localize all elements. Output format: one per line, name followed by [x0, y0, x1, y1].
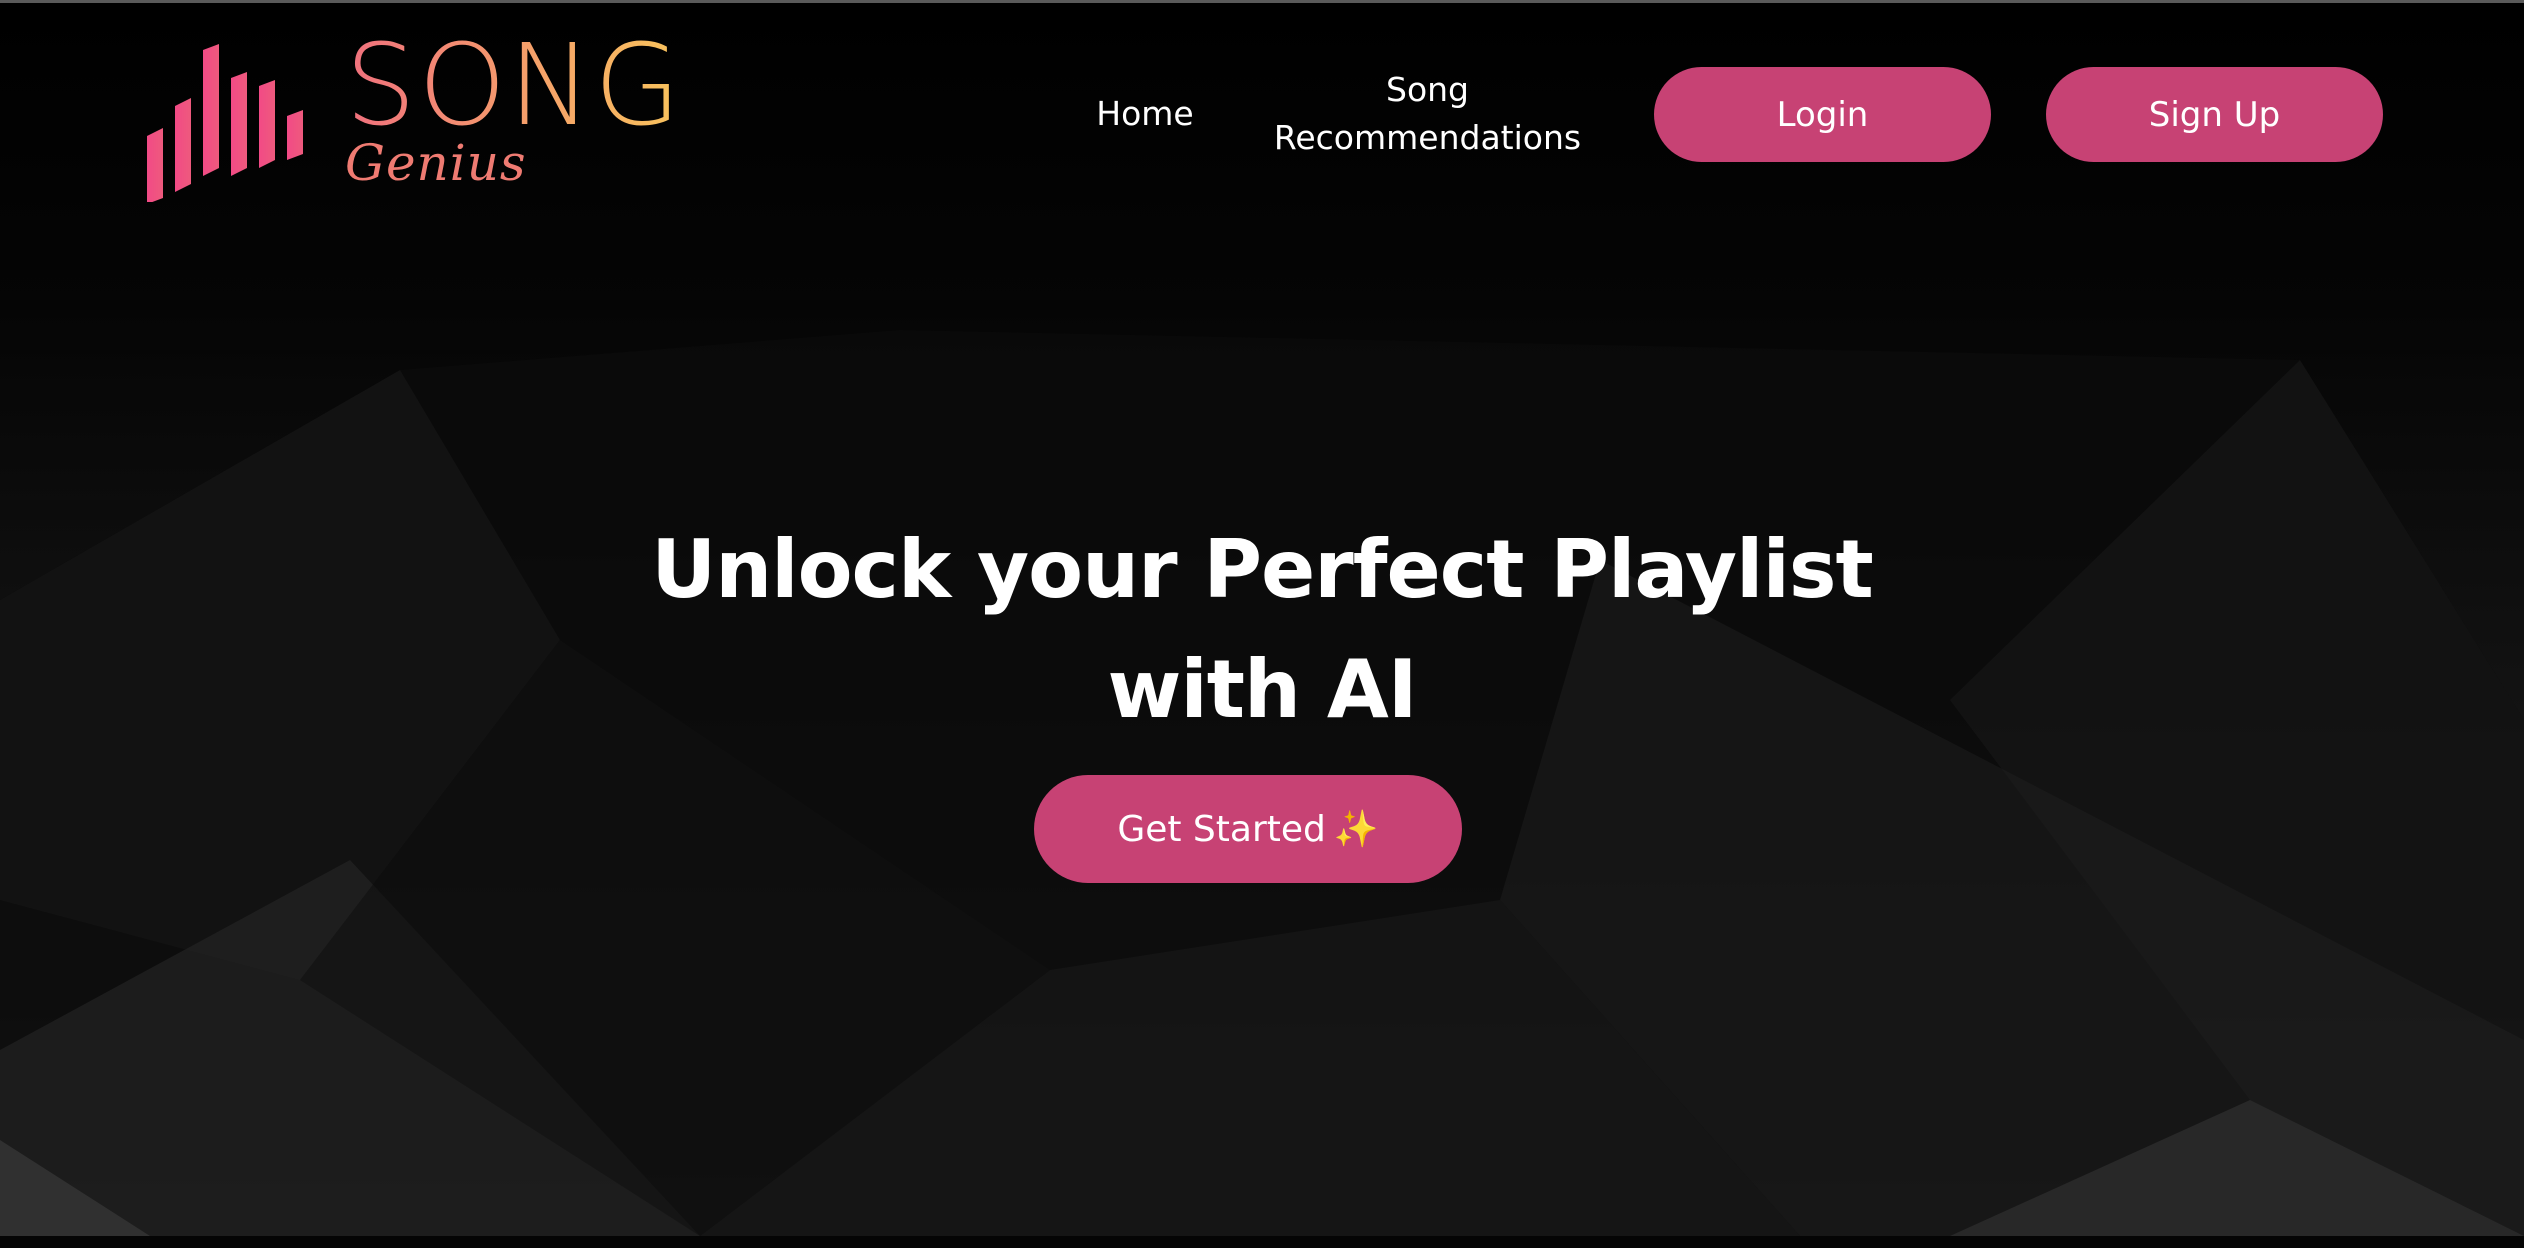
- site-header: SONG Genius Home Song Recommendations Lo…: [0, 0, 2524, 230]
- logo-wordmark: SONG: [345, 21, 683, 151]
- hero-title-line2: with AI: [1107, 643, 1417, 736]
- site-logo[interactable]: SONG Genius: [145, 30, 681, 203]
- get-started-button[interactable]: Get Started ✨: [1034, 775, 1462, 883]
- signup-button[interactable]: Sign Up: [2046, 67, 2383, 162]
- sparkles-icon: ✨: [1333, 809, 1379, 850]
- nav-home-link[interactable]: Home: [1080, 90, 1210, 138]
- bottom-strip: [0, 1236, 2524, 1248]
- equalizer-bars-icon: [147, 44, 303, 202]
- hero-title: Unlock your Perfect Playlist with AI: [562, 510, 1962, 750]
- login-button[interactable]: Login: [1654, 67, 1991, 162]
- logo-tagline: Genius: [345, 134, 527, 192]
- page: SONG Genius Home Song Recommendations Lo…: [0, 0, 2524, 1248]
- hero-title-line1: Unlock your Perfect Playlist: [651, 523, 1873, 616]
- get-started-label: Get Started: [1117, 808, 1326, 850]
- nav-song-recommendations-link[interactable]: Song Recommendations: [1255, 66, 1600, 162]
